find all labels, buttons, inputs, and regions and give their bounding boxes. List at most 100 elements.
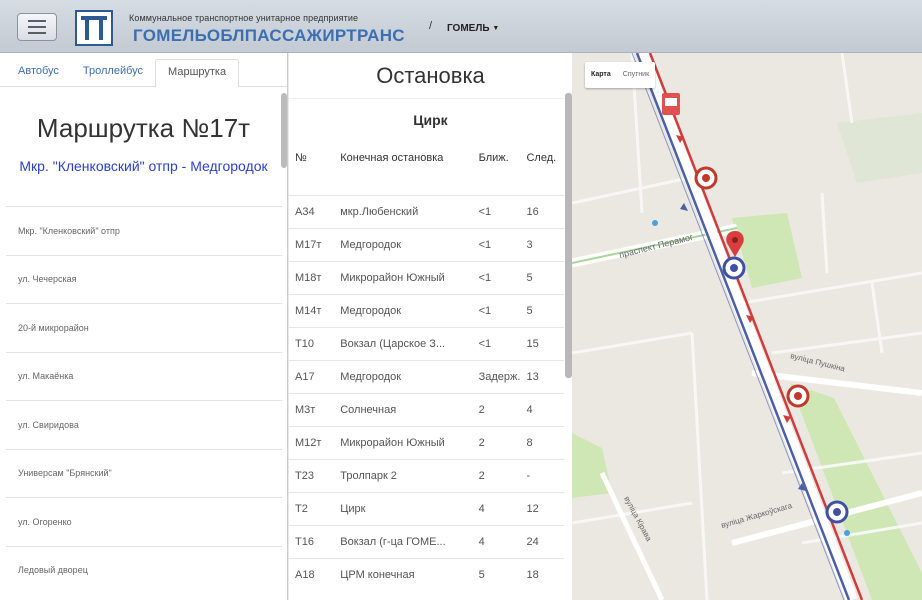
table-row[interactable]: Т10 Вокзал (Царское З... <1 15 xyxy=(289,326,564,360)
table-row[interactable]: М12т Микрорайон Южный 2 8 xyxy=(289,425,564,459)
map-type-control: Карта Спутник xyxy=(585,62,656,88)
following-arrival-cell: - xyxy=(520,458,564,492)
terminal-cell: Микрорайон Южный xyxy=(334,425,473,459)
map-type-satellite-button[interactable]: Спутник xyxy=(617,62,655,88)
col-next: Ближ. xyxy=(478,152,509,164)
table-row[interactable]: Т2 Цирк 4 12 xyxy=(289,491,564,525)
next-arrival-cell: <1 xyxy=(472,227,521,261)
vehicle-marker-blue[interactable] xyxy=(825,500,849,524)
table-row[interactable]: А34 мкр.Любенский <1 16 xyxy=(289,194,564,228)
list-item[interactable]: ул. Макаёнка xyxy=(6,351,282,401)
park-area xyxy=(837,113,922,183)
next-arrival-cell: Задерж. xyxy=(472,359,521,393)
next-arrival-cell: <1 xyxy=(472,293,521,327)
terminal-cell: мкр.Любенский xyxy=(334,194,473,228)
following-arrival-cell: 3 xyxy=(520,227,564,261)
bus-stop-icon[interactable] xyxy=(662,93,680,115)
left-scrollbar[interactable] xyxy=(281,93,287,168)
list-item[interactable]: ул. Свиридова xyxy=(6,400,282,449)
route-number-cell: М17т xyxy=(289,227,335,261)
tab-minibus[interactable]: Маршрутка xyxy=(155,59,240,87)
terminal-cell: Медгородок xyxy=(334,227,473,261)
stop-panel: Остановка Цирк № Конечная остановка Ближ… xyxy=(289,53,572,600)
following-arrival-cell: 13 xyxy=(520,359,564,393)
table-row[interactable]: М14т Медгородок <1 5 xyxy=(289,293,564,327)
arrivals-table: № Конечная остановка Ближ. След. А34 мкр.… xyxy=(289,144,564,591)
list-item[interactable]: Ледовый дворец xyxy=(6,545,282,595)
city-dropdown[interactable]: ГОМЕЛЬ ▼ xyxy=(447,23,499,34)
col-following: След. xyxy=(526,152,557,164)
street-label: праспект Перамог xyxy=(618,232,695,260)
route-number-cell: М3т xyxy=(289,392,335,426)
list-item[interactable]: Универсам "Брянский" xyxy=(6,448,282,498)
street-label: вуліца Пушкіна xyxy=(790,351,847,373)
terminal-cell: Вокзал (Царское З... xyxy=(334,326,473,360)
map-type-map-button[interactable]: Карта xyxy=(585,62,617,88)
route-title: Маршрутка №17т xyxy=(36,113,251,143)
table-row[interactable]: А17 Медгородок Задерж. 13 xyxy=(289,359,564,393)
route-number-cell: Т2 xyxy=(289,491,335,525)
following-arrival-cell: 16 xyxy=(520,194,564,228)
route-number-cell: Т23 xyxy=(289,458,335,492)
list-item[interactable]: ул. Чечерская xyxy=(6,254,282,304)
stop-panel-title: Остановка xyxy=(289,53,572,99)
next-arrival-cell: <1 xyxy=(472,260,521,294)
route-number-cell: Т10 xyxy=(289,326,335,360)
route-number-cell: А34 xyxy=(289,194,335,228)
transport-tabs: Автобус Троллейбус Маршрутка xyxy=(0,53,287,87)
park-area xyxy=(572,433,612,498)
route-panel: Автобус Троллейбус Маршрутка Маршрутка №… xyxy=(0,53,288,600)
route-number-cell: А17 xyxy=(289,359,335,393)
list-item[interactable]: 20-й микрорайон xyxy=(6,303,282,352)
city-label: ГОМЕЛЬ xyxy=(447,23,490,34)
tab-trolleybus[interactable]: Троллейбус xyxy=(71,65,155,86)
map-canvas[interactable]: праспект Перамог вуліца Пушкіна вуліца Ж… xyxy=(572,53,922,600)
following-arrival-cell: 15 xyxy=(520,326,564,360)
route-number-cell: А18 xyxy=(289,557,335,591)
route-direction-link[interactable]: Мкр. "Кленковский" отпр - Медгородок xyxy=(0,158,287,174)
terminal-cell: Микрорайон Южный xyxy=(334,260,473,294)
stop-name: Цирк xyxy=(413,112,448,128)
street-label: вуліца Кірава xyxy=(622,495,653,543)
following-arrival-cell: 5 xyxy=(520,293,564,327)
vehicle-marker-red[interactable] xyxy=(786,384,810,408)
hamburger-icon xyxy=(28,20,46,22)
middle-scrollbar[interactable] xyxy=(565,93,572,378)
terminal-cell: Тролпарк 2 xyxy=(334,458,473,492)
table-row[interactable]: М3т Солнечная 2 4 xyxy=(289,392,564,426)
vehicle-marker-red[interactable] xyxy=(694,166,718,190)
menu-button[interactable] xyxy=(17,13,57,41)
next-arrival-cell: 4 xyxy=(472,524,521,558)
next-arrival-cell: <1 xyxy=(472,194,521,228)
table-header-row: № Конечная остановка Ближ. След. xyxy=(289,144,564,195)
route-stop-list: Мкр. "Кленковский" отпр ул. Чечерская 20… xyxy=(6,206,282,594)
following-arrival-cell: 5 xyxy=(520,260,564,294)
following-arrival-cell: 8 xyxy=(520,425,564,459)
next-arrival-cell: 2 xyxy=(472,425,521,459)
following-arrival-cell: 18 xyxy=(520,557,564,591)
map-view[interactable]: праспект Перамог вуліца Пушкіна вуліца Ж… xyxy=(572,53,922,600)
next-arrival-cell: 2 xyxy=(472,458,521,492)
list-item[interactable]: ул. Огоренко xyxy=(6,497,282,546)
street-label: вуліца Жаркоўскага xyxy=(720,501,793,530)
terminal-cell: Цирк xyxy=(334,491,473,525)
terminal-cell: Вокзал (г-ца ГОМЕ... xyxy=(334,524,473,558)
route-number-cell: М14т xyxy=(289,293,335,327)
table-row[interactable]: М18т Микрорайон Южный <1 5 xyxy=(289,260,564,294)
table-row[interactable]: М17т Медгородок <1 3 xyxy=(289,227,564,261)
list-item[interactable]: Мкр. "Кленковский" отпр xyxy=(6,206,282,255)
terminal-cell: Солнечная xyxy=(334,392,473,426)
table-row[interactable]: Т16 Вокзал (г-ца ГОМЕ... 4 24 xyxy=(289,524,564,558)
following-arrival-cell: 4 xyxy=(520,392,564,426)
poi-icon xyxy=(844,530,850,536)
vehicle-marker-blue[interactable] xyxy=(722,256,746,280)
table-row[interactable]: А18 ЦРМ конечная 5 18 xyxy=(289,557,564,591)
table-row[interactable]: Т23 Тролпарк 22- xyxy=(289,458,564,492)
tab-bus[interactable]: Автобус xyxy=(6,65,71,86)
org-name[interactable]: ГОМЕЛЬОБЛПАССАЖИРТРАНС xyxy=(133,26,405,46)
next-arrival-cell: 5 xyxy=(472,557,521,591)
poi-icon xyxy=(652,220,658,226)
company-logo[interactable] xyxy=(75,10,113,46)
terminal-cell: Медгородок xyxy=(334,293,473,327)
next-arrival-cell: <1 xyxy=(472,326,521,360)
